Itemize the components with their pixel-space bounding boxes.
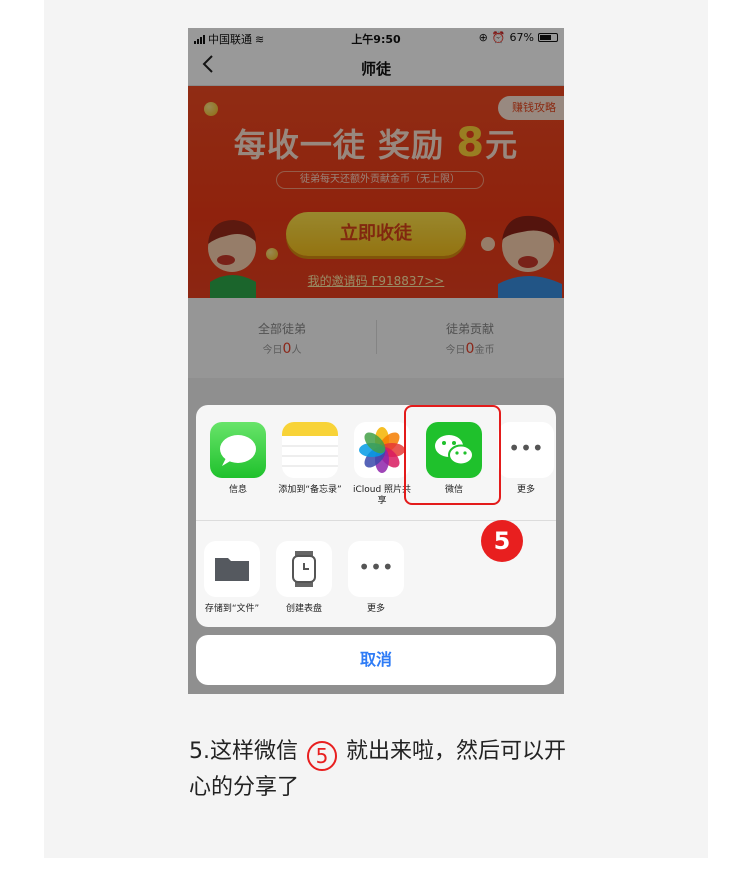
- share-label: 存储到“文件”: [204, 604, 260, 614]
- more-icon: •••: [498, 422, 554, 478]
- notes-icon: [282, 422, 338, 478]
- share-label: 创建表盘: [285, 604, 322, 614]
- share-label: 更多: [516, 485, 535, 495]
- share-more[interactable]: ••• 更多: [493, 422, 556, 496]
- step-badge: 5: [481, 520, 523, 562]
- watch-icon: [276, 541, 332, 597]
- wechat-highlight-box: [404, 405, 501, 505]
- action-save-to-files[interactable]: 存储到“文件”: [199, 541, 265, 615]
- share-messages[interactable]: 信息: [205, 422, 271, 496]
- messages-icon: [210, 422, 266, 478]
- share-apps-row: 信息 添加到“备忘录” iCloud 照片共享 微信 ••• 更多: [196, 405, 556, 521]
- caption-step-marker: 5: [306, 741, 337, 771]
- share-label: 信息: [228, 485, 247, 495]
- phone-screenshot: 中国联通 ≋ 上午9:50 ⊕ ⏰ 67% 师徒 赚钱攻略 每收一徒 奖励 8元…: [188, 28, 564, 694]
- cancel-button[interactable]: 取消: [196, 635, 556, 685]
- share-sheet: 信息 添加到“备忘录” iCloud 照片共享 微信 ••• 更多 存储到“文件…: [196, 405, 556, 627]
- more-icon: •••: [348, 541, 404, 597]
- share-label: 更多: [366, 604, 385, 614]
- action-more[interactable]: ••• 更多: [343, 541, 409, 615]
- share-notes[interactable]: 添加到“备忘录”: [277, 422, 343, 496]
- step-caption: 5.这样微信 5 就出来啦，然后可以开心的分享了: [189, 735, 569, 805]
- photos-icon: [354, 422, 410, 478]
- share-label: 添加到“备忘录”: [278, 485, 342, 495]
- caption-text: 5.这样微信: [189, 739, 305, 764]
- action-create-watch-face[interactable]: 创建表盘: [271, 541, 337, 615]
- folder-icon: [204, 541, 260, 597]
